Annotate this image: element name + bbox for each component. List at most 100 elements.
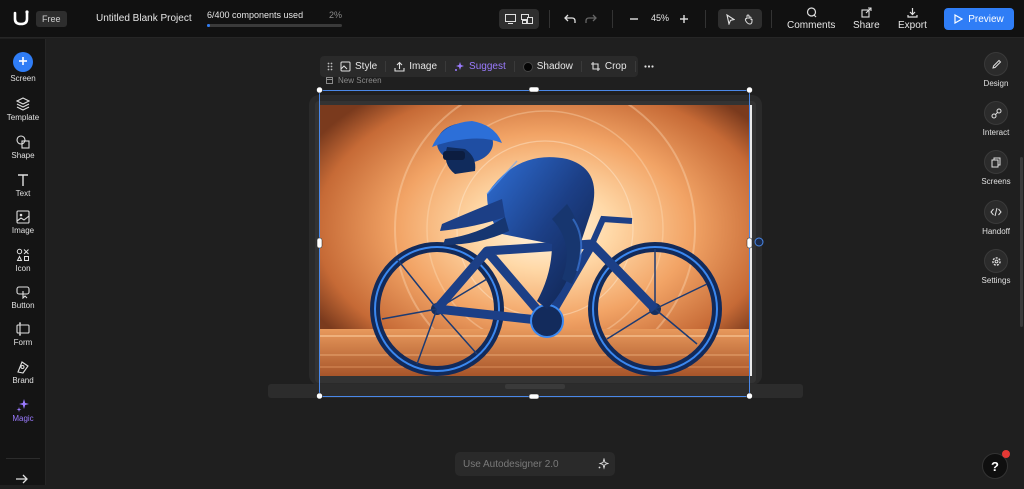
sparkle-icon[interactable] (597, 458, 609, 470)
cyclist-image[interactable] (320, 79, 750, 379)
sidebar-item-label: Shape (11, 151, 35, 160)
suggest-button[interactable]: Suggest (446, 61, 515, 72)
plan-badge: Free (36, 11, 67, 27)
divider (549, 10, 550, 28)
project-title[interactable]: Untitled Blank Project (96, 13, 192, 24)
sidebar-item-text[interactable]: Text (0, 173, 46, 198)
sidebar-item-shape[interactable]: Shape (0, 135, 46, 160)
image-label: Image (409, 61, 438, 72)
pen-icon (984, 52, 1008, 76)
zoom-in-icon[interactable] (677, 9, 691, 29)
crop-icon (590, 62, 600, 71)
button-icon (16, 286, 30, 299)
image-button[interactable]: Image (386, 61, 447, 72)
plus-icon (13, 52, 33, 72)
zoom-level[interactable]: 45% (651, 13, 669, 23)
upload-icon (394, 61, 405, 72)
layers-icon (16, 97, 30, 111)
sidebar-item-label: Icon (15, 264, 31, 273)
sidebar-item-icon[interactable]: Icon (0, 248, 46, 273)
undo-icon[interactable] (563, 9, 577, 29)
form-icon (16, 322, 30, 336)
sparkle-icon (16, 399, 29, 412)
canvas-artboard (268, 79, 803, 400)
expand-sidebar-icon[interactable] (15, 471, 29, 489)
panel-scrollbar[interactable] (1020, 157, 1023, 327)
shadow-label: Shadow (536, 61, 573, 72)
app-logo-icon[interactable] (12, 9, 30, 27)
sidebar-item-screen[interactable]: Screen (0, 52, 46, 83)
sidebar-item-label: Form (13, 338, 33, 347)
drag-handle-icon[interactable] (327, 62, 333, 71)
components-percent: 2% (329, 10, 343, 20)
components-used-label: 6/400 components used (207, 10, 304, 20)
panel-item-label: Interact (982, 128, 1010, 137)
screen-icon (326, 77, 333, 84)
context-toolbar: Style Image Suggest Shadow Crop (320, 56, 654, 77)
panel-item-label: Design (983, 79, 1009, 88)
panel-item-interact[interactable]: Interact (977, 101, 1015, 137)
style-label: Style (355, 61, 378, 72)
brand-icon (17, 361, 29, 374)
export-button[interactable]: Export (898, 7, 927, 31)
panel-item-design[interactable]: Design (977, 52, 1015, 88)
canvas[interactable]: New Screen Style Image Suggest Shadow Cr… (47, 39, 977, 485)
multi-device-view-icon[interactable] (521, 14, 533, 24)
style-icon (340, 61, 351, 72)
divider (705, 10, 706, 28)
comments-button[interactable]: Comments (787, 7, 835, 31)
link-icon (984, 101, 1008, 125)
hand-tool-icon[interactable] (744, 13, 754, 25)
components-progress-bar (207, 24, 342, 27)
divider (771, 10, 772, 28)
sidebar-item-label: Screen (10, 74, 36, 83)
code-icon (984, 200, 1008, 224)
crop-button[interactable]: Crop (582, 61, 636, 72)
panel-item-settings[interactable]: Settings (977, 249, 1015, 285)
more-options-icon[interactable] (636, 65, 662, 68)
sidebar-item-label: Brand (12, 376, 34, 385)
crop-label: Crop (604, 61, 627, 72)
image-icon (16, 210, 30, 224)
export-label: Export (898, 20, 927, 31)
notification-dot (1002, 450, 1010, 458)
screen-name-tag[interactable]: New Screen (326, 76, 382, 85)
sidebar-item-label: Template (6, 113, 40, 122)
shapes-icon (16, 135, 30, 149)
suggest-label: Suggest (469, 61, 506, 72)
sidebar-item-label: Magic (12, 414, 34, 423)
panel-item-label: Settings (981, 276, 1011, 285)
preview-button[interactable]: Preview (944, 8, 1014, 30)
text-icon (18, 174, 28, 186)
desktop-view-icon[interactable] (505, 14, 516, 24)
zoom-out-icon[interactable] (627, 9, 641, 29)
panel-item-handoff[interactable]: Handoff (977, 200, 1015, 236)
sidebar-item-template[interactable]: Template (0, 97, 46, 122)
shadow-swatch-icon (522, 61, 533, 72)
divider (612, 10, 613, 28)
pointer-tool-icon[interactable] (726, 13, 735, 25)
sidebar-item-label: Button (11, 301, 35, 310)
right-panel: Design Interact Screens Handoff Settings (977, 39, 1024, 485)
sidebar-item-button[interactable]: Button (0, 285, 46, 310)
share-icon (861, 7, 872, 18)
share-button[interactable]: Share (853, 7, 880, 31)
sidebar-item-image[interactable]: Image (0, 210, 46, 235)
panel-item-label: Screens (981, 177, 1011, 186)
sidebar-item-label: Text (15, 189, 31, 198)
download-icon (907, 8, 918, 18)
autodesigner-input[interactable] (463, 456, 588, 472)
style-button[interactable]: Style (340, 61, 387, 72)
panel-item-screens[interactable]: Screens (977, 150, 1015, 186)
sidebar-item-magic[interactable]: Magic (0, 398, 46, 423)
screens-icon (984, 150, 1008, 174)
sidebar-item-brand[interactable]: Brand (0, 360, 46, 385)
connection-handle[interactable] (754, 237, 764, 247)
preview-label: Preview (968, 13, 1004, 25)
left-sidebar: Screen Template Shape Text Image Icon Bu… (0, 39, 46, 485)
shadow-button[interactable]: Shadow (515, 61, 582, 72)
redo-icon[interactable] (584, 9, 598, 29)
help-label: ? (991, 458, 999, 474)
sidebar-item-label: Image (11, 226, 35, 235)
sidebar-item-form[interactable]: Form (0, 322, 46, 347)
